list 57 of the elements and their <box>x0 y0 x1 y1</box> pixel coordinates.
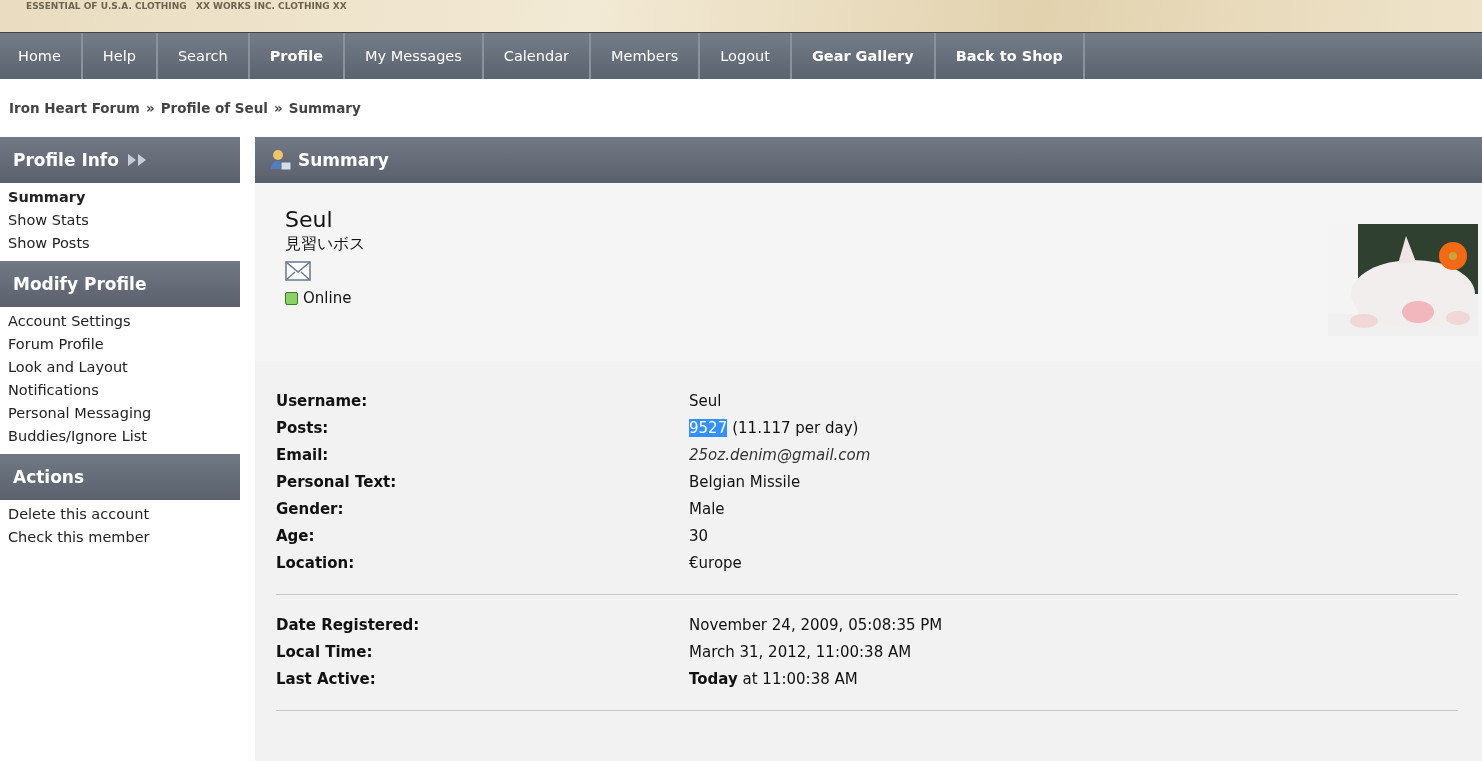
field-value: (11.117 per day) <box>732 418 859 437</box>
nav-tab[interactable]: Home <box>0 33 83 79</box>
field-value: March 31, 2012, 11:00:38 AM <box>689 642 912 661</box>
envelope-icon[interactable] <box>285 261 311 281</box>
field-value: 30 <box>689 526 709 545</box>
sidebar-link[interactable]: Summary <box>8 186 86 209</box>
field-value: Belgian Missile <box>689 472 801 491</box>
field-label: Username: <box>276 391 368 410</box>
field-label: Location: <box>276 553 355 572</box>
sidebar-link[interactable]: Show Posts <box>8 232 90 255</box>
sidebar-title: Modify Profile <box>13 274 147 294</box>
field-label: Personal Text: <box>276 472 397 491</box>
field-label: Last Active: <box>276 669 376 688</box>
field-value: November 24, 2009, 05:08:35 PM <box>689 615 943 634</box>
nav-tab[interactable]: Calendar <box>483 33 592 79</box>
nav-tab[interactable]: Back to Shop <box>935 33 1085 79</box>
breadcrumb-link[interactable]: Iron Heart Forum <box>9 100 140 116</box>
sidebar-link[interactable]: Personal Messaging <box>8 402 152 425</box>
nav-tab[interactable]: Profile <box>249 33 345 79</box>
sidebar-link[interactable]: Buddies/Ignore List <box>8 425 147 448</box>
sidebar-link[interactable]: Notifications <box>8 379 99 402</box>
nav-tab[interactable]: Help <box>82 33 158 79</box>
field-label: Posts: <box>276 418 329 437</box>
field-value: Today at 11:00:38 AM <box>689 669 858 688</box>
nav-tab[interactable]: Gear Gallery <box>791 33 936 79</box>
email-link[interactable]: 25oz.denim@gmail.com <box>689 445 871 464</box>
field-value: Male <box>689 499 725 518</box>
sidebar-link[interactable]: Show Stats <box>8 209 89 232</box>
sidebar-link[interactable]: Delete this account <box>8 503 150 526</box>
sidebar-title: Profile Info <box>13 150 119 170</box>
nav-tab[interactable]: My Messages <box>345 33 484 79</box>
field-label: Email: <box>276 445 329 464</box>
field-value: €urope <box>689 553 742 572</box>
field-value: Seul <box>689 391 722 410</box>
nav-tab[interactable]: Members <box>591 33 701 79</box>
post-count: 9527 <box>689 418 728 437</box>
member-rank: 見習いボス <box>285 234 365 255</box>
breadcrumb-separator: » <box>273 100 283 116</box>
field-label: Age: <box>276 526 315 545</box>
member-name: Seul <box>285 207 333 232</box>
sidebar-link[interactable]: Forum Profile <box>8 333 104 356</box>
nav-tab[interactable]: Search <box>157 33 250 79</box>
nav-tab[interactable]: Logout <box>700 33 792 79</box>
sidebar-link[interactable]: Account Settings <box>8 310 131 333</box>
status-label: Online <box>303 289 352 307</box>
sidebar-link[interactable]: Check this member <box>8 526 150 549</box>
banner-tagline: ESSENTIAL OF U.S.A. CLOTHING XX WORKS INC. CLOTHING XX <box>26 1 347 11</box>
breadcrumb-link[interactable]: Summary <box>288 100 361 116</box>
summary-title: Summary <box>298 150 389 170</box>
sidebar-title: Actions <box>13 467 85 487</box>
field-label: Date Registered: <box>276 615 420 634</box>
field-label: Local Time: <box>276 642 373 661</box>
sidebar-link[interactable]: Look and Layout <box>8 356 128 379</box>
breadcrumb-separator: » <box>145 100 155 116</box>
breadcrumb-link[interactable]: Profile of Seul <box>160 100 268 116</box>
user-card-icon <box>270 149 292 171</box>
field-label: Gender: <box>276 499 344 518</box>
